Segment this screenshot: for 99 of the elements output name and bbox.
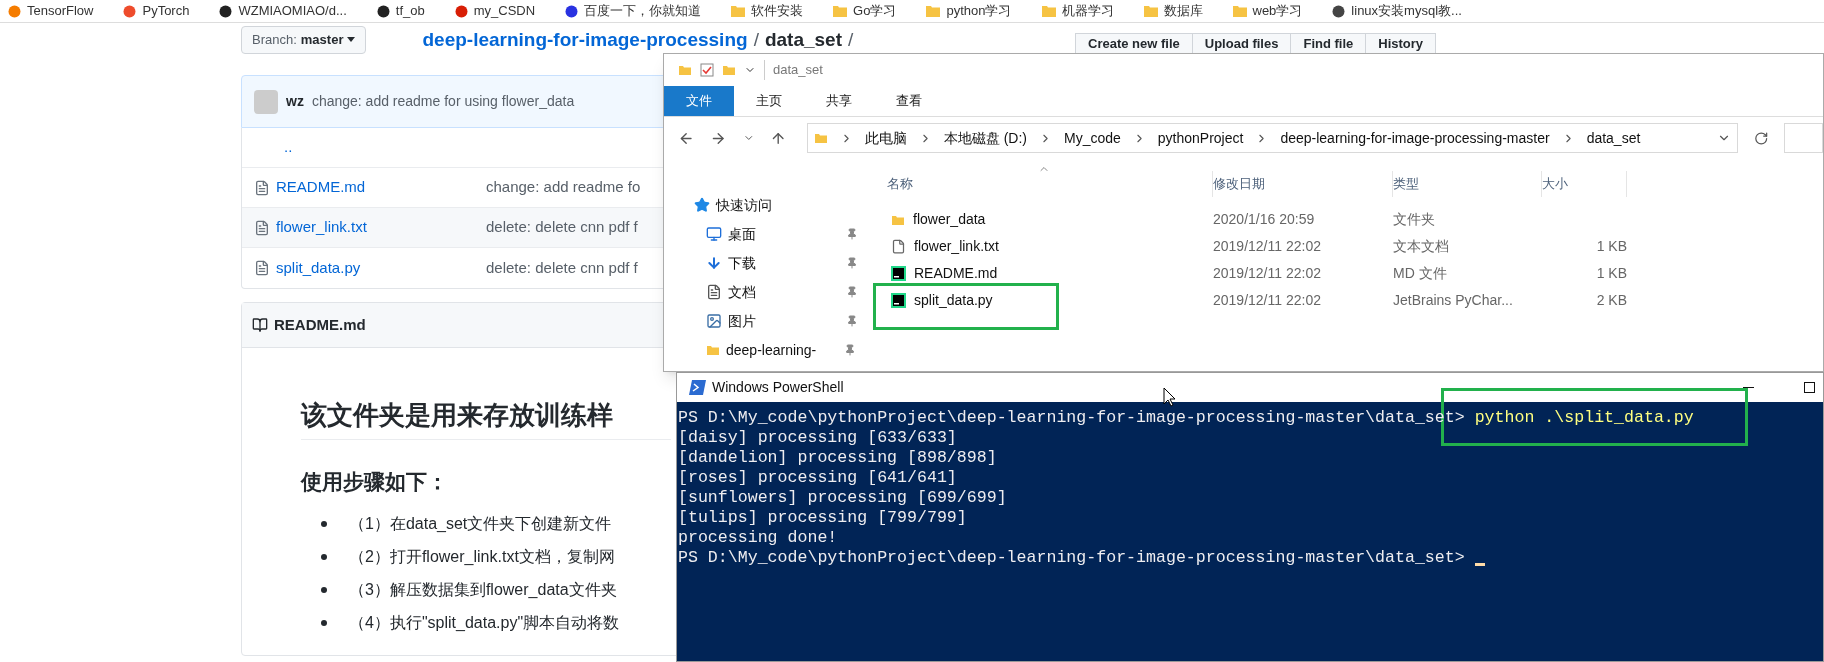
file-icon (254, 219, 270, 236)
file-row[interactable]: split_data.py 2019/12/11 22:02 JetBrains PyChar... 2 KB (887, 287, 1627, 314)
picture-icon (706, 313, 722, 329)
commit-message: change: add readme fo (486, 177, 641, 198)
nav-item[interactable]: 桌面 (664, 224, 864, 244)
bullet-icon (321, 619, 327, 626)
commit-message: delete: delete cnn pdf f (486, 217, 638, 238)
maximize-icon[interactable] (1804, 382, 1815, 393)
file-icon (254, 179, 270, 196)
download-icon (706, 255, 722, 271)
path-segment[interactable]: My_code (1063, 127, 1121, 149)
step-text: （2）打开flower_link.txt文档，复制网 (349, 546, 615, 567)
folder-icon (706, 343, 720, 357)
nav-item[interactable]: deep-learning- (664, 340, 864, 360)
file-link[interactable]: split_data.py (276, 256, 486, 280)
book-icon (252, 317, 268, 333)
minimize-icon[interactable] (1743, 386, 1754, 389)
bookmark[interactable]: linux安装mysql教... (1332, 1, 1462, 21)
readme-subheading: 使用步骤如下： (301, 469, 448, 495)
file-link[interactable]: flower_link.txt (276, 216, 486, 239)
folder-name: data_set (764, 27, 842, 52)
file-icon (254, 260, 270, 276)
path-separator: / (848, 27, 854, 52)
file-row[interactable]: flower_data 2020/1/16 20:59 文件夹 (887, 206, 1627, 233)
bullet-icon (321, 586, 327, 593)
text-file-icon (891, 239, 906, 254)
path-separator: / (753, 27, 759, 52)
bookmark[interactable]: 机器学习 (1041, 1, 1114, 21)
pycharm-file-icon (891, 293, 906, 308)
console-line: [daisy] processing [633/633] (678, 428, 958, 448)
action-button[interactable]: Find file (1290, 33, 1367, 55)
column-header[interactable]: 修改日期 (1213, 171, 1393, 197)
folder-icon (813, 131, 828, 145)
console-line: [sunflowers] processing [699/699] (678, 488, 1008, 508)
checkbox-icon (700, 63, 714, 77)
bookmark[interactable]: TensorFlow (8, 1, 94, 21)
refresh-icon[interactable] (1753, 130, 1769, 146)
file-link[interactable]: README.md (276, 176, 486, 199)
nav-item[interactable]: 图片 (664, 311, 864, 331)
avatar (254, 89, 278, 114)
caret-icon (347, 37, 356, 43)
commit-message[interactable]: change: add readme for using flower_data (311, 91, 575, 112)
console-line: [tulips] processing [799/799] (678, 508, 968, 528)
console-line: PS D:\My_code\pythonProject\deep-learning-for-image-processing-master\data_set> (678, 548, 1823, 568)
readme-title: README.md (274, 314, 366, 335)
column-header[interactable]: 大小 (1542, 171, 1627, 197)
path-segment[interactable]: 本地磁盘 (D:) (943, 127, 1027, 149)
nav-item[interactable]: 文档 (664, 282, 864, 302)
console-line: processing done! (678, 528, 839, 548)
file-row[interactable]: flower_link.txt 2019/12/11 22:02 文本文档 1 KB (887, 233, 1627, 260)
bookmark[interactable]: WZMIAOMIAO/d... (219, 1, 347, 21)
action-button[interactable]: Create new file (1075, 33, 1193, 55)
bookmark[interactable]: PyTorch (123, 1, 190, 21)
bookmark[interactable]: tf_ob (376, 1, 425, 21)
bullet-icon (321, 520, 327, 527)
bookmark[interactable]: web学习 (1232, 1, 1303, 21)
search-field[interactable] (1784, 123, 1823, 153)
document-icon (706, 284, 722, 300)
address-bar[interactable]: 此电脑 本地磁盘 (D:) My_code pythonProject deep-learning-for-image-processing-master data_set (806, 123, 1738, 153)
file-row[interactable]: README.md 2019/12/11 22:02 MD 文件 1 KB (887, 260, 1627, 287)
ribbon-tab[interactable]: 文件 (664, 86, 734, 116)
window-title: Windows PowerShell (712, 378, 844, 397)
path-segment[interactable]: data_set (1586, 127, 1641, 149)
console-line: [dandelion] processing [898/898] (678, 448, 998, 468)
parent-directory-link[interactable]: .. (284, 136, 293, 159)
folder-icon (678, 63, 692, 77)
powershell-icon (689, 380, 706, 395)
ribbon-tab[interactable]: 查看 (874, 86, 944, 116)
repo-link[interactable]: deep-learning-for-image-processing (422, 25, 748, 54)
window-title: data_set (764, 60, 823, 80)
folder-icon (722, 63, 736, 77)
bookmark[interactable]: 数据库 (1143, 1, 1203, 21)
bookmark[interactable]: my_CSDN (454, 1, 536, 21)
column-header[interactable]: 名称 (887, 171, 1213, 197)
bookmark[interactable]: Go学习 (833, 1, 897, 21)
column-header[interactable]: 类型 (1393, 171, 1542, 197)
step-text: （4）执行"split_data.py"脚本自动将数 (349, 612, 620, 633)
branch-button[interactable]: Branch: master (241, 25, 367, 54)
bookmark[interactable]: 百度一下，你就知道 (565, 1, 702, 21)
nav-item[interactable]: 快速访问 (664, 195, 864, 215)
path-segment[interactable]: 此电脑 (864, 127, 907, 149)
path-segment[interactable]: pythonProject (1157, 127, 1244, 149)
ribbon-tab[interactable]: 主页 (734, 86, 804, 116)
readme-heading: 该文件夹是用来存放训练样 (301, 396, 671, 440)
ribbon-tab[interactable]: 共享 (804, 86, 874, 116)
monitor-icon (706, 226, 722, 242)
commit-author: wz (286, 92, 304, 111)
action-button[interactable]: History (1365, 33, 1437, 55)
nav-item[interactable]: 下载 (664, 253, 864, 273)
bookmark[interactable]: python学习 (926, 1, 1012, 21)
step-text: （1）在data_set文件夹下创建新文件 (349, 513, 612, 534)
pycharm-file-icon (891, 266, 906, 281)
console-line: [roses] processing [641/641] (678, 468, 958, 488)
commit-message: delete: delete cnn pdf f (486, 257, 638, 278)
path-segment[interactable]: deep-learning-for-image-processing-master (1280, 127, 1550, 149)
step-text: （3）解压数据集到flower_data文件夹 (349, 579, 617, 600)
bullet-icon (321, 553, 327, 560)
bookmark[interactable]: 软件安装 (731, 1, 804, 21)
star-icon (694, 197, 710, 213)
